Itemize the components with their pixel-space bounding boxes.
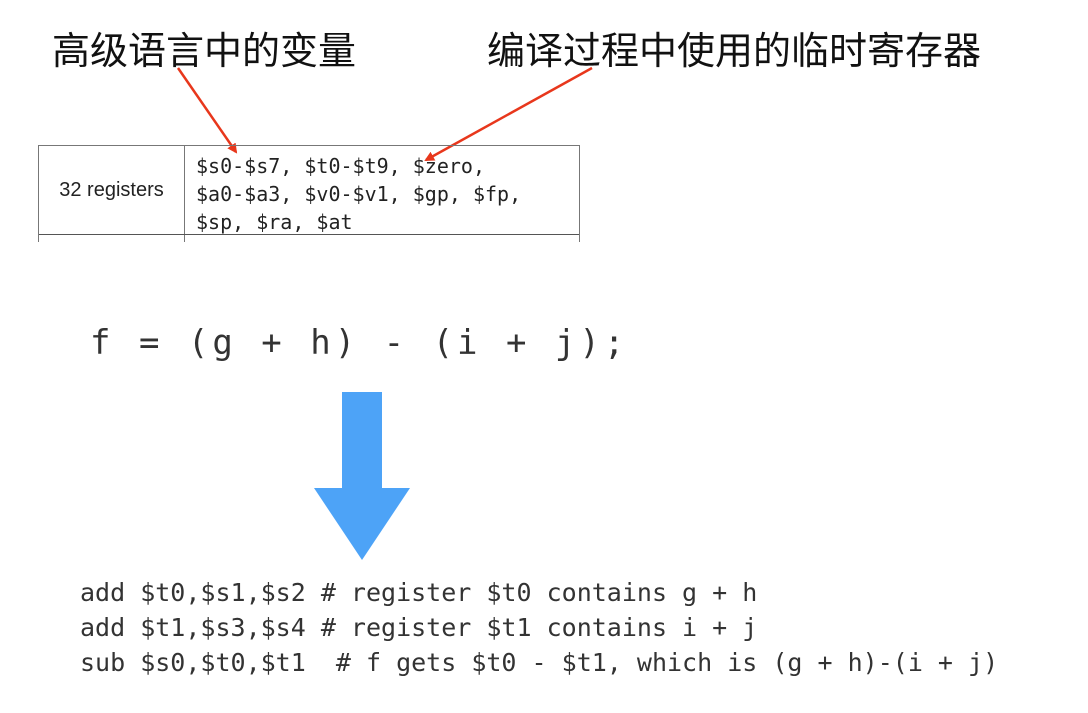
register-line: $a0-$a3, $v0-$v1, $gp, $fp, [196,182,522,206]
arrow-to-s-registers [176,67,238,154]
register-table: 32 registers $s0-$s7, $t0-$t9, $zero, $a… [38,145,580,242]
register-line: $s0-$s7, $t0-$t9, $zero, [196,154,485,178]
register-count-label: 32 registers [39,146,185,242]
assembly-code: add $t0,$s1,$s2 # register $t0 contains … [80,575,998,680]
source-expression: f = (g + h) - (i + j); [90,323,629,363]
down-arrow-icon [314,392,410,560]
assembly-line: sub $s0,$t0,$t1 # f gets $t0 - $t1, whic… [80,648,999,677]
register-line: $sp, $ra, $at [196,210,353,234]
assembly-line: add $t0,$s1,$s2 # register $t0 contains … [80,578,758,607]
table-divider [39,234,579,235]
high-level-variable-label: 高级语言中的变量 [52,29,357,73]
assembly-line: add $t1,$s3,$s4 # register $t1 contains … [80,613,758,642]
temporary-register-label: 编译过程中使用的临时寄存器 [487,29,982,73]
register-list: $s0-$s7, $t0-$t9, $zero, $a0-$a3, $v0-$v… [196,152,576,236]
